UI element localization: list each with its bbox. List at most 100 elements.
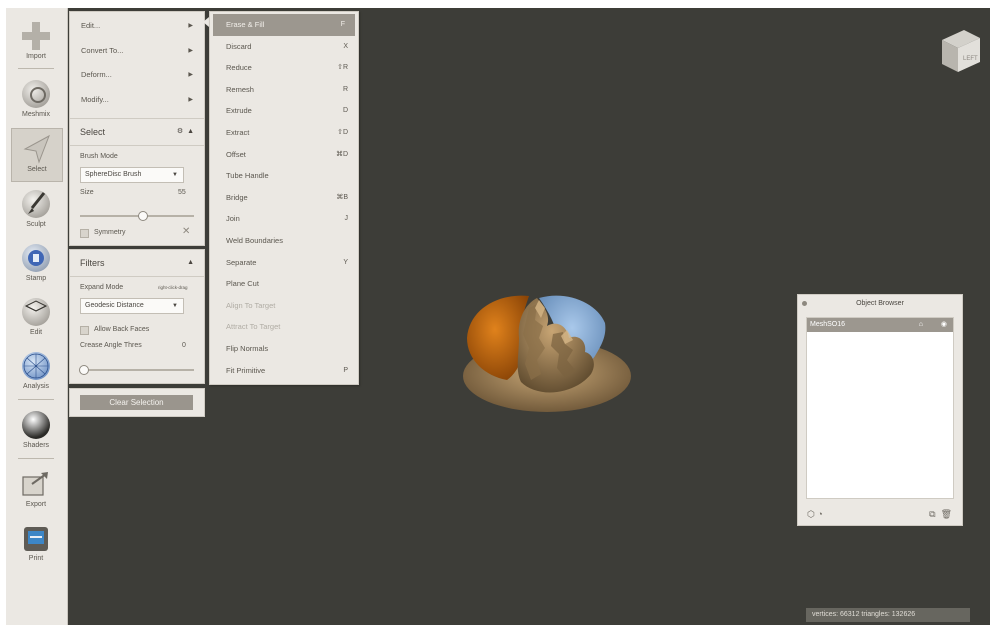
menu-item-convert-to[interactable]: Convert To... ▶ [70, 39, 204, 64]
submenu-item-shortcut: F [340, 21, 345, 28]
submenu-item[interactable]: Bridge ⌘B [210, 187, 358, 209]
crease-slider-handle[interactable] [79, 365, 89, 375]
toolbar-divider [18, 68, 54, 69]
shaders-tool[interactable]: Shaders [11, 405, 61, 457]
lock-icon[interactable]: ⌂ [919, 318, 923, 332]
clear-selection-button[interactable]: Clear Selection [80, 395, 193, 410]
edit-submenu: Erase & Fill F Discard X Reduce ⇧R Remesh R Extr… [209, 11, 359, 385]
submenu-item[interactable]: Discard X [210, 36, 358, 58]
submenu-item-shortcut: X [343, 42, 348, 50]
submenu-item-label: Fit Primitive [226, 365, 266, 375]
expand-mode-value: Geodesic Distance [85, 302, 144, 309]
submenu-item[interactable]: Join J [210, 208, 358, 230]
menu-item-edit-label: Edit... [81, 21, 101, 30]
collapse-icon[interactable]: ▲ [187, 250, 194, 276]
collapse-icon[interactable]: ▲ [187, 128, 194, 135]
select-arrow-icon [21, 133, 53, 165]
submenu-item-label: Separate [226, 257, 257, 267]
size-value: 55 [178, 189, 186, 196]
select-panel-header: Select ⚙ ▲ [70, 119, 204, 146]
edit-tool-label: Edit [29, 329, 43, 336]
submenu-item[interactable]: Flip Normals [210, 338, 358, 360]
wrench-icon[interactable]: ✕ [182, 226, 190, 237]
close-icon[interactable] [802, 301, 807, 306]
object-list[interactable]: MeshSO16 ⌂ ◉ [806, 317, 954, 499]
allow-back-faces-label: Allow Back Faces [94, 326, 150, 333]
history-icon[interactable]: ◔ [817, 509, 822, 519]
submenu-item[interactable]: Offset ⌘D [210, 144, 358, 166]
submenu-item[interactable]: Tube Handle [210, 165, 358, 187]
menu-item-edit[interactable]: Edit... ▶ [70, 14, 204, 39]
gear-icon[interactable]: ⚙ [177, 128, 183, 135]
submenu-item[interactable]: Reduce ⇧R [210, 57, 358, 79]
submenu-item-label: Plane Cut [226, 279, 259, 289]
submenu-item-label: Weld Boundaries [226, 235, 283, 245]
analysis-sphere-icon [20, 350, 52, 382]
print-tool[interactable]: Print [11, 518, 61, 570]
import-tool[interactable]: Import [11, 16, 61, 68]
submenu-item-label: Attract To Target [226, 322, 281, 332]
stamp-tool-label: Stamp [25, 275, 47, 282]
chevron-right-icon: ▶ [188, 23, 193, 29]
submenu-item-label: Remesh [226, 84, 254, 94]
allow-back-faces-checkbox[interactable] [80, 326, 89, 335]
submenu-item[interactable]: Extract ⇧D [210, 122, 358, 144]
meshmix-tool[interactable]: Meshmix [11, 74, 61, 126]
select-panel: Select ⚙ ▲ Brush Mode SphereDisc Brush ▼… [69, 118, 205, 246]
shader-sphere-icon [20, 409, 52, 441]
meshmix-tool-label: Meshmix [21, 111, 50, 118]
chevron-down-icon: ▼ [172, 172, 178, 178]
submenu-item-shortcut: ⇧R [337, 64, 348, 72]
submenu-item[interactable]: Plane Cut [210, 273, 358, 295]
eye-icon[interactable]: ◉ [941, 318, 947, 332]
size-label: Size [80, 189, 94, 196]
brush-mode-label: Brush Mode [80, 153, 118, 160]
plus-icon [20, 20, 52, 52]
symmetry-label: Symmetry [94, 229, 126, 236]
submenu-item-shortcut: ⌘D [335, 150, 348, 158]
submenu-item-label: Offset [226, 149, 246, 159]
edit-tool[interactable]: Edit [11, 292, 61, 344]
symmetry-checkbox[interactable] [80, 229, 89, 238]
select-panel-title: Select [80, 127, 106, 137]
submenu-item-label: Flip Normals [226, 343, 269, 353]
crease-angle-slider[interactable] [79, 365, 194, 375]
submenu-item[interactable]: Separate Y [210, 252, 358, 274]
analysis-tool[interactable]: Analysis [11, 346, 61, 398]
submenu-item-label: Extrude [226, 106, 252, 116]
export-tool-label: Export [25, 501, 47, 508]
view-cube[interactable]: LEFT [934, 26, 982, 74]
submenu-item-label: Bridge [226, 192, 248, 202]
submenu-item: Attract To Target [210, 316, 358, 338]
size-slider-handle[interactable] [137, 211, 148, 221]
sculpt-tool[interactable]: Sculpt [11, 184, 61, 236]
submenu-item[interactable]: Weld Boundaries [210, 230, 358, 252]
submenu-item-shortcut: Y [343, 258, 348, 266]
expand-mode-dropdown[interactable]: Geodesic Distance ▼ [80, 298, 184, 314]
chevron-right-icon: ▶ [188, 96, 193, 103]
size-slider[interactable] [80, 211, 194, 221]
submenu-item-shortcut: J [344, 215, 349, 223]
menu-item-modify[interactable]: Modify... ▶ [70, 88, 204, 113]
stamp-tool[interactable]: Stamp [11, 238, 61, 290]
duplicate-icon[interactable]: ⧉ [929, 509, 935, 519]
filters-panel: Filters ▲ Expand Mode right-click-drag G… [69, 249, 205, 384]
submenu-item-shortcut: ⌘B [336, 193, 348, 201]
submenu-item-label: Align To Target [226, 300, 276, 310]
select-tool[interactable]: Select [11, 128, 63, 182]
cube-icon[interactable]: ⬡ [807, 509, 815, 519]
menu-item-deform[interactable]: Deform... ▶ [70, 63, 204, 88]
submenu-item[interactable]: Fit Primitive P [210, 360, 358, 382]
select-tool-label: Select [27, 166, 47, 173]
crease-angle-value: 0 [182, 342, 186, 349]
object-row-selected[interactable]: MeshSO16 ⌂ ◉ [807, 318, 953, 332]
trash-icon[interactable]: 🗑 [941, 509, 952, 519]
export-icon [20, 468, 52, 500]
submenu-item[interactable]: Erase & Fill F [213, 14, 355, 36]
submenu-item-shortcut: ⇧D [337, 128, 348, 136]
submenu-item[interactable]: Remesh R [210, 79, 358, 101]
submenu-item: Align To Target [210, 295, 358, 317]
brush-mode-dropdown[interactable]: SphereDisc Brush ▼ [80, 167, 184, 183]
submenu-item[interactable]: Extrude D [210, 100, 358, 122]
export-tool[interactable]: Export [11, 464, 61, 516]
